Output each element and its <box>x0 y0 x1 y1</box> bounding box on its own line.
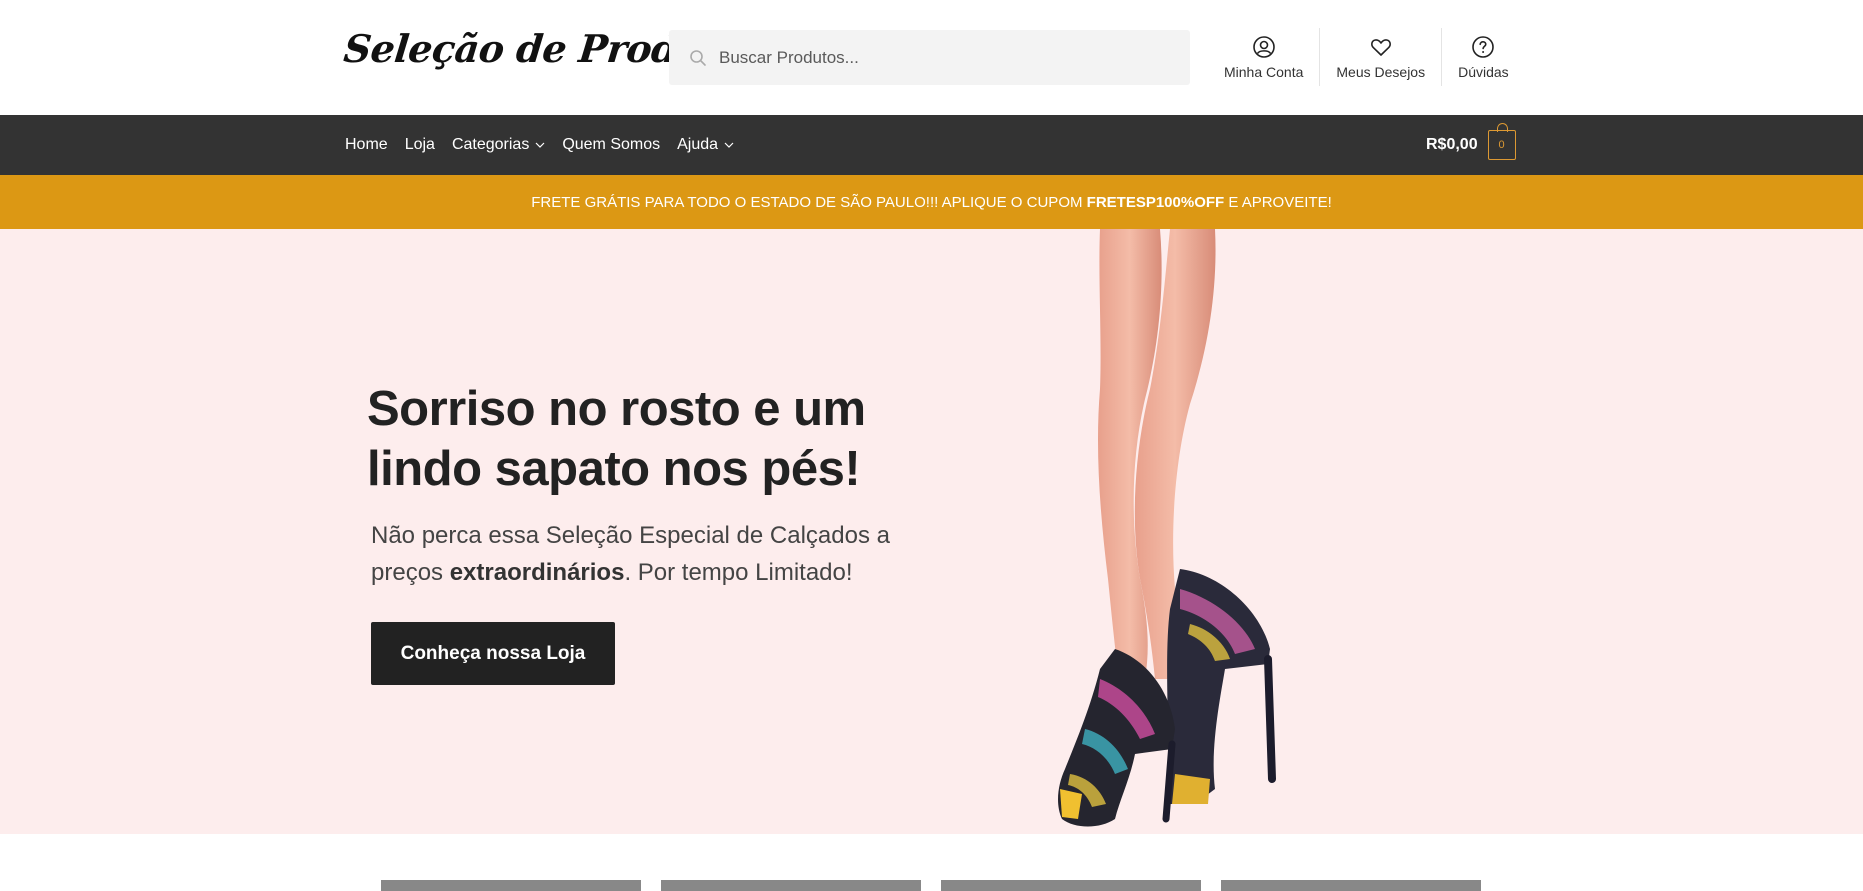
nav-item-quem-somos[interactable]: Quem Somos <box>562 136 660 154</box>
search-icon <box>687 47 709 69</box>
hero-legs-heels-image <box>1058 229 1276 827</box>
wishlist-label: Meus Desejos <box>1336 64 1426 80</box>
user-circle-icon <box>1251 34 1277 60</box>
question-circle-icon <box>1470 34 1496 60</box>
site-header: Seleção de Produtos Minha Conta Meus Des… <box>0 0 1863 115</box>
search-input[interactable] <box>719 47 1169 68</box>
wishlist-link[interactable]: Meus Desejos <box>1320 28 1443 86</box>
my-account-label: Minha Conta <box>1224 64 1304 80</box>
nav-item-label: Loja <box>404 136 435 153</box>
nav-item-label: Ajuda <box>677 136 719 153</box>
product-thumbnail[interactable] <box>941 880 1201 891</box>
hero-subtitle: Não perca essa Seleção Especial de Calça… <box>371 517 931 591</box>
nav-item-ajuda[interactable]: Ajuda <box>677 136 734 154</box>
hero-section: Sorriso no rosto e um lindo sapato nos p… <box>0 229 1863 834</box>
promo-text-before: FRETE GRÁTIS PARA TODO O ESTADO DE SÃO P… <box>531 193 1087 211</box>
nav-menu: Home Loja Categorias Quem Somos Ajuda <box>345 115 751 175</box>
header-account-links: Minha Conta Meus Desejos Dúvidas <box>1208 28 1525 86</box>
product-thumbnails-row <box>0 834 1863 891</box>
product-thumbnail[interactable] <box>381 880 641 891</box>
nav-item-label: Home <box>345 136 388 153</box>
cart-count: 0 <box>1498 139 1505 151</box>
nav-item-loja[interactable]: Loja <box>405 136 435 154</box>
nav-item-home[interactable]: Home <box>345 136 388 154</box>
nav-item-label: Categorias <box>451 136 530 153</box>
chevron-down-icon <box>724 142 734 148</box>
product-thumbnail[interactable] <box>661 880 921 891</box>
promo-coupon-code: FRETESP100%OFF <box>1086 193 1225 211</box>
nav-item-categorias[interactable]: Categorias <box>452 136 545 154</box>
product-thumbnail[interactable] <box>1221 880 1481 891</box>
hero-subtitle-bold: extraordinários <box>449 559 625 586</box>
hero-subtitle-end: . Por tempo Limitado! <box>624 559 853 586</box>
cart-total: R$0,00 <box>1426 136 1478 153</box>
faq-link[interactable]: Dúvidas <box>1442 28 1525 86</box>
nav-item-label: Quem Somos <box>562 136 661 153</box>
faq-label: Dúvidas <box>1458 64 1509 80</box>
cart-button[interactable]: R$0,00 0 <box>1426 123 1516 162</box>
shopping-bag-icon: 0 <box>1487 123 1516 160</box>
main-navigation: Home Loja Categorias Quem Somos Ajuda R$… <box>0 115 1863 175</box>
search-bar <box>669 30 1190 85</box>
shop-now-button[interactable]: Conheça nossa Loja <box>371 622 615 685</box>
promo-text-after: E APROVEITE! <box>1224 193 1332 211</box>
promo-banner: FRETE GRÁTIS PARA TODO O ESTADO DE SÃO P… <box>0 175 1863 229</box>
my-account-link[interactable]: Minha Conta <box>1208 28 1321 86</box>
hero-title: Sorriso no rosto e um lindo sapato nos p… <box>367 382 866 496</box>
chevron-down-icon <box>535 142 545 148</box>
heart-icon <box>1368 34 1394 60</box>
